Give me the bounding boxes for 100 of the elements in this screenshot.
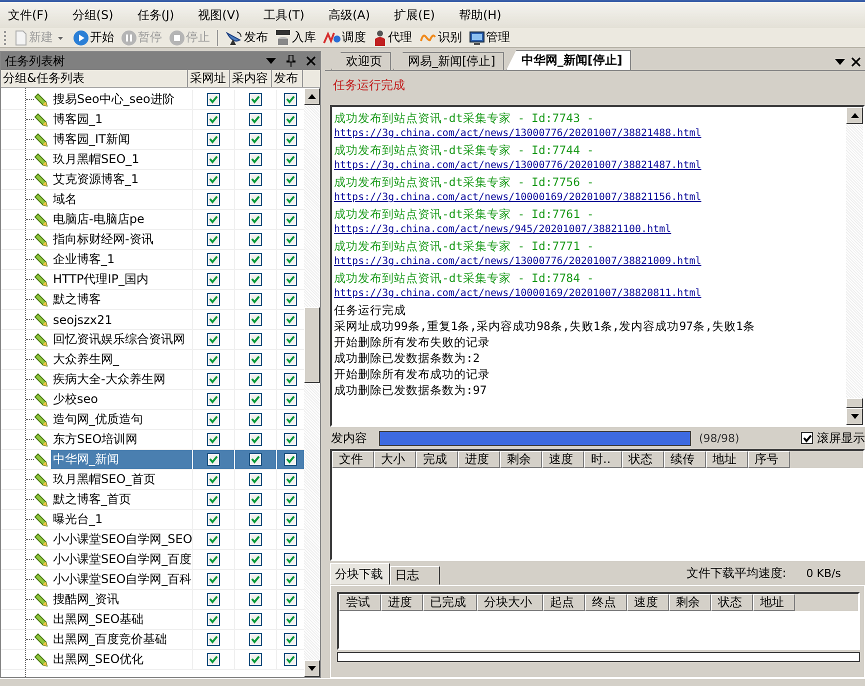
menu-item[interactable]: 帮助(H) [454, 6, 512, 24]
checkbox[interactable] [284, 393, 297, 406]
column-header[interactable]: 发布 [272, 70, 303, 87]
checkbox[interactable] [284, 573, 297, 586]
task-name[interactable]: 企业博客_1 [51, 250, 192, 269]
column-header[interactable]: 状态 [711, 594, 753, 611]
pin-icon[interactable] [286, 55, 296, 67]
menu-item[interactable]: 工具(T) [260, 6, 314, 24]
checkbox[interactable] [249, 233, 262, 246]
column-header[interactable]: 终点 [585, 594, 627, 611]
column-header[interactable]: 大小 [374, 451, 416, 468]
tab[interactable]: 中华网_新闻[停止] [506, 50, 632, 70]
checkbox[interactable] [207, 493, 220, 506]
checkbox[interactable] [284, 613, 297, 626]
checkbox[interactable] [284, 433, 297, 446]
checkbox[interactable] [284, 233, 297, 246]
checkbox[interactable] [207, 513, 220, 526]
column-header[interactable]: 进度 [458, 451, 500, 468]
checkbox[interactable] [284, 313, 297, 326]
task-name[interactable]: 出黑网_百度竞价基础 [51, 630, 192, 649]
menu-item[interactable]: 高级(A) [324, 6, 380, 24]
checkbox[interactable] [284, 653, 297, 666]
checkbox[interactable] [249, 193, 262, 206]
log-link[interactable]: https://3g.china.com/act/news/10000169/20201007/38821156.html [334, 190, 844, 206]
menu-item[interactable]: 扩展(E) [390, 6, 445, 24]
column-header[interactable]: 续传 [664, 451, 706, 468]
checkbox[interactable] [801, 432, 813, 444]
task-name[interactable]: 博客园_1 [51, 110, 192, 129]
checkbox[interactable] [249, 133, 262, 146]
toolbar-button[interactable]: 发布 [223, 28, 270, 47]
task-name[interactable]: 疾病大全-大众养生网 [51, 370, 192, 389]
checkbox[interactable] [249, 513, 262, 526]
checkbox[interactable] [284, 253, 297, 266]
checkbox[interactable] [249, 353, 262, 366]
checkbox[interactable] [284, 293, 297, 306]
checkbox[interactable] [207, 653, 220, 666]
toolbar-button[interactable]: 入库 [273, 28, 318, 47]
checkbox[interactable] [284, 173, 297, 186]
up-arrow-icon[interactable] [850, 113, 858, 118]
checkbox[interactable] [207, 573, 220, 586]
checkbox[interactable] [207, 213, 220, 226]
checkbox[interactable] [207, 93, 220, 106]
checkbox[interactable] [249, 633, 262, 646]
task-name[interactable]: 小小课堂SEO自学网_SEO [51, 530, 192, 549]
checkbox[interactable] [284, 513, 297, 526]
column-header[interactable]: 速度 [627, 594, 669, 611]
checkbox[interactable] [284, 553, 297, 566]
checkbox[interactable] [207, 393, 220, 406]
task-name[interactable]: 搜酷网_资讯 [51, 590, 192, 609]
checkbox[interactable] [207, 593, 220, 606]
checkbox[interactable] [249, 533, 262, 546]
tab[interactable]: 欢迎页 [331, 52, 391, 70]
task-name[interactable]: 域名 [51, 190, 192, 209]
menu-item[interactable]: 分组(S) [68, 6, 124, 24]
toolbar-button[interactable]: 管理 [467, 28, 512, 47]
column-header[interactable]: 分组&任务列表 [1, 70, 188, 87]
checkbox[interactable] [249, 553, 262, 566]
toolbar-button[interactable]: 识别 [417, 28, 464, 47]
checkbox[interactable] [284, 473, 297, 486]
scroll-thumb[interactable] [846, 398, 863, 408]
scrollbar[interactable] [304, 88, 320, 677]
column-header[interactable]: 采网址 [188, 70, 230, 87]
checkbox[interactable] [249, 213, 262, 226]
task-name[interactable]: 指向标财经网-资讯 [51, 230, 192, 249]
toolbar-button[interactable]: 代理 [371, 28, 414, 47]
checkbox[interactable] [207, 533, 220, 546]
column-header[interactable]: 速度 [542, 451, 584, 468]
checkbox[interactable] [207, 253, 220, 266]
checkbox[interactable] [207, 473, 220, 486]
checkbox[interactable] [249, 453, 262, 466]
log-link[interactable]: https://3g.china.com/act/news/13000776/20201007/38821488.html [334, 126, 844, 142]
checkbox[interactable] [207, 273, 220, 286]
task-name[interactable]: seojszx21 [51, 310, 192, 329]
toolbar-button[interactable]: 开始 [71, 28, 116, 47]
log-link[interactable]: https://3g.china.com/act/news/10000169/20201007/38820811.html [334, 286, 844, 302]
checkbox[interactable] [284, 413, 297, 426]
checkbox[interactable] [249, 413, 262, 426]
checkbox[interactable] [249, 593, 262, 606]
tab[interactable]: 网易_新闻[停止] [393, 52, 504, 70]
column-header[interactable]: 已完成 [423, 594, 477, 611]
checkbox[interactable] [249, 113, 262, 126]
checkbox[interactable] [249, 273, 262, 286]
menu-item[interactable]: 文件(F) [4, 6, 58, 24]
task-name[interactable]: 中华网_新闻 [51, 450, 192, 469]
task-name[interactable]: 小小课堂SEO自学网_百度 [51, 550, 192, 569]
checkbox[interactable] [207, 173, 220, 186]
checkbox[interactable] [207, 233, 220, 246]
log-link[interactable]: https://3g.china.com/act/news/945/20201007/38821100.html [334, 222, 844, 238]
menu-item[interactable]: 视图(V) [194, 6, 250, 24]
scrollbar[interactable] [846, 107, 863, 425]
checkbox[interactable] [249, 573, 262, 586]
task-name[interactable]: 造句网_优质造句 [51, 410, 192, 429]
task-name[interactable]: 出黑网_SEO优化 [51, 650, 192, 669]
task-name[interactable]: 玖月黑帽SEO_1 [51, 150, 192, 169]
column-header[interactable]: 时.. [584, 451, 622, 468]
checkbox[interactable] [284, 213, 297, 226]
column-header[interactable]: 文件 [332, 451, 374, 468]
checkbox[interactable] [207, 313, 220, 326]
checkbox[interactable] [207, 133, 220, 146]
column-header[interactable]: 序号 [748, 451, 790, 468]
